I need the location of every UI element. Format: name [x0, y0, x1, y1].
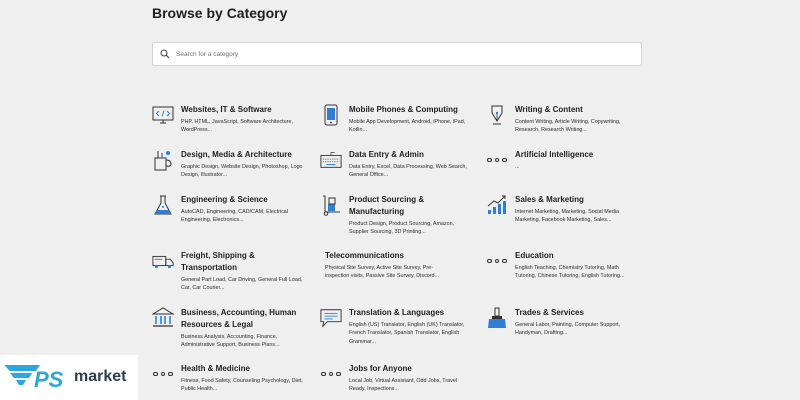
logo-text: market	[74, 368, 127, 385]
category-title: Translation & Languages	[349, 308, 445, 317]
category-subtitle: Physical Site Survey, Active Site Survey…	[325, 265, 440, 280]
category-title: Engineering & Science	[181, 195, 268, 204]
ps-market-logo: PS market	[0, 355, 138, 400]
page-title: Browse by Category	[152, 5, 288, 21]
category-title: Design, Media & Architecture	[181, 150, 292, 159]
category-title: Health & Medicine	[181, 364, 250, 373]
search-icon	[160, 49, 170, 59]
category-title: Data Entry & Admin	[349, 150, 424, 159]
category-title: Websites, IT & Software	[181, 105, 272, 114]
category-subtitle: ...	[515, 164, 520, 170]
category-title: Business, Accounting, Human Resources & …	[181, 308, 297, 329]
dots-icon	[486, 149, 508, 171]
category-subtitle: Mobile App Development, Android, iPhone,…	[349, 119, 466, 134]
growth-chart-icon	[486, 194, 508, 216]
hand-truck-icon	[320, 194, 342, 216]
mobile-phone-icon	[320, 104, 342, 126]
category-subtitle: Content Writing, Article Writing, Copywr…	[515, 119, 621, 134]
truck-icon	[152, 250, 174, 272]
keyboard-icon	[320, 149, 342, 171]
dots-icon	[486, 250, 508, 272]
category-subtitle: Data Entry, Excel, Data Processing, Web …	[349, 164, 467, 179]
logo-brand-text: PS	[34, 367, 64, 392]
category-subtitle: English Teaching, Chemistry Tutoring, Ma…	[515, 265, 625, 280]
category-subtitle: General Part Load, Car Driving, General …	[181, 277, 303, 292]
category-title: Education	[515, 251, 554, 260]
monitor-code-icon	[152, 104, 174, 126]
category-title: Mobile Phones & Computing	[349, 105, 458, 114]
category-subtitle: English (US) Translator, English (UK) Tr…	[349, 322, 465, 345]
category-subtitle: PHP, HTML, JavaScript, Software Architec…	[181, 119, 293, 134]
category-title: Trades & Services	[515, 308, 584, 317]
category-title: Writing & Content	[515, 105, 583, 114]
category-title: Artificial Intelligence	[515, 150, 594, 159]
search-input[interactable]	[176, 50, 616, 58]
category-subtitle: Internet Marketing, Marketing, Social Me…	[515, 209, 619, 224]
paint-brush-icon	[486, 307, 508, 329]
category-title: Product Sourcing & Manufacturing	[349, 195, 425, 216]
category-title: Telecommunications	[325, 251, 404, 260]
chat-bubble-icon	[320, 307, 342, 329]
category-subtitle: Graphic Design, Website Design, Photosho…	[181, 164, 303, 179]
category-subtitle: Fitness, Food Safety, Counseling Psychol…	[181, 378, 303, 393]
search-box[interactable]	[152, 42, 642, 66]
category-subtitle: General Labor, Painting, Computer Suppor…	[515, 322, 621, 337]
category-subtitle: Local Job, Virtual Assistant, Odd Jobs, …	[349, 378, 458, 393]
pen-nib-icon	[486, 104, 508, 126]
category-title: Jobs for Anyone	[349, 364, 412, 373]
dots-icon	[320, 363, 342, 385]
dots-icon	[152, 363, 174, 385]
category-title: Freight, Shipping & Transportation	[181, 251, 255, 272]
category-subtitle: Business Analysis, Accounting, Finance, …	[181, 334, 280, 349]
category-subtitle: Product Design, Product Sourcing, Amazon…	[349, 221, 455, 236]
ps-logo-mark-icon: PS	[4, 365, 64, 392]
category-subtitle: AutoCAD, Engineering, CAD/CAM, Electrica…	[181, 209, 288, 224]
flask-icon	[152, 194, 174, 216]
category-title: Sales & Marketing	[515, 195, 584, 204]
bank-icon	[152, 307, 174, 329]
design-tools-icon	[152, 149, 174, 171]
